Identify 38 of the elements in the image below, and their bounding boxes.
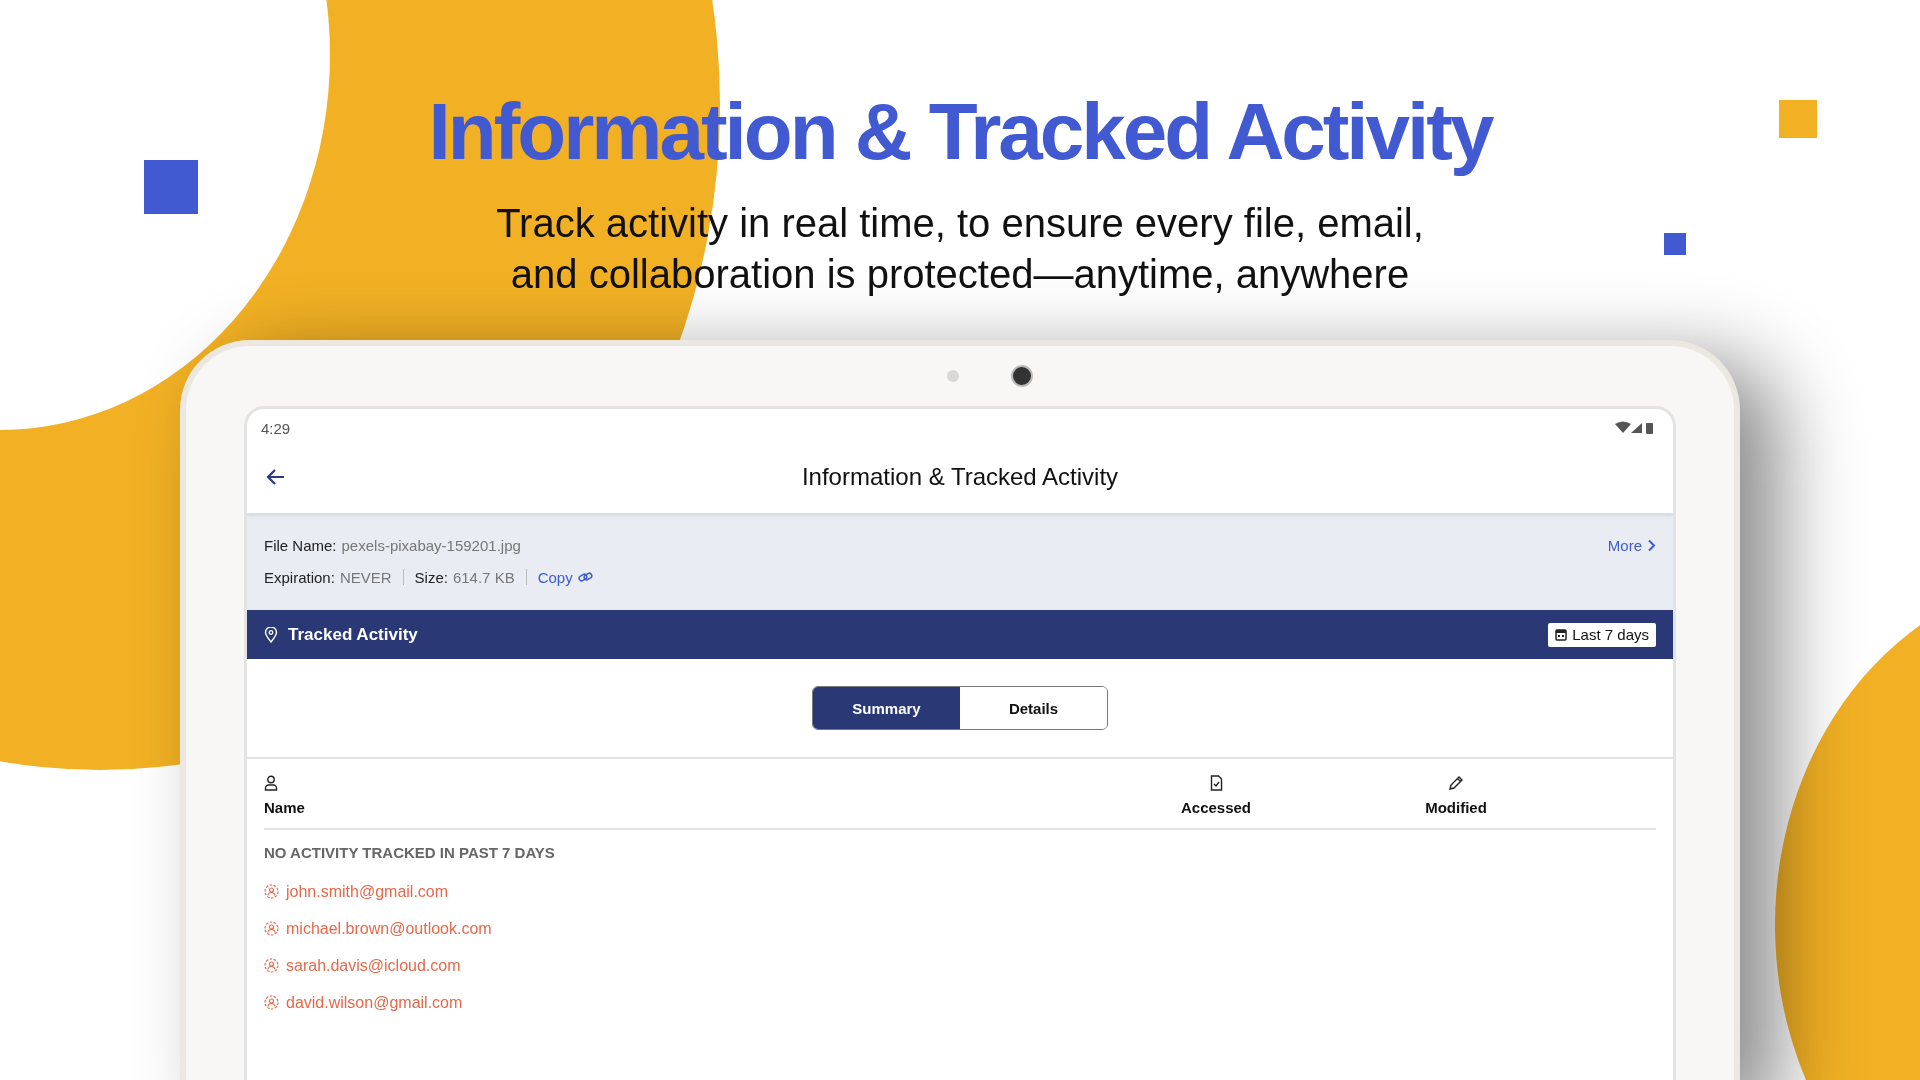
section-title: Tracked Activity	[288, 624, 418, 645]
expiration-label: Expiration:	[264, 568, 335, 586]
user-icon	[264, 921, 279, 936]
status-time: 4:29	[261, 419, 291, 437]
chevron-right-icon	[1647, 538, 1656, 552]
size-label: Size:	[414, 568, 448, 586]
link-icon	[577, 571, 593, 583]
location-pin-icon	[264, 626, 278, 643]
column-header: Modified	[1425, 799, 1487, 816]
column-header: Name	[264, 799, 305, 816]
date-range-button[interactable]: Last 7 days	[1548, 622, 1656, 647]
recipient-email[interactable]: michael.brown@outlook.com	[286, 919, 492, 938]
more-link[interactable]: More	[1607, 536, 1656, 554]
column-header: Accessed	[1180, 799, 1252, 816]
user-icon	[264, 884, 279, 899]
sensor-icon	[947, 370, 959, 382]
decorative-square	[144, 160, 198, 214]
screen-title: Information & Tracked Activity	[801, 463, 1119, 491]
recipient-email[interactable]: sarah.davis@icloud.com	[286, 956, 461, 975]
user-icon	[264, 995, 279, 1010]
expiration-value: NEVER	[339, 568, 392, 586]
person-icon	[264, 775, 278, 791]
pencil-icon	[1448, 775, 1464, 791]
tab[interactable]: Summary	[813, 687, 960, 729]
calendar-icon	[1555, 628, 1568, 641]
status-icons	[1615, 421, 1655, 435]
size-value: 614.7 KB	[452, 568, 515, 586]
recipient-email[interactable]: david.wilson@gmail.com	[286, 993, 463, 1012]
document-check-icon	[1209, 775, 1223, 791]
decorative-square	[1664, 233, 1686, 255]
decorative-square	[1779, 100, 1817, 138]
empty-message: NO ACTIVITY TRACKED IN PAST 7 DAYS	[264, 843, 556, 863]
camera-icon	[1011, 365, 1033, 387]
copy-link[interactable]: Copy	[537, 568, 593, 586]
file-name: pexels-pixabay-159201.jpg	[341, 536, 521, 554]
file-name-label: File Name:	[264, 536, 337, 554]
recipient-email[interactable]: john.smith@gmail.com	[286, 882, 449, 901]
user-icon	[264, 958, 279, 973]
